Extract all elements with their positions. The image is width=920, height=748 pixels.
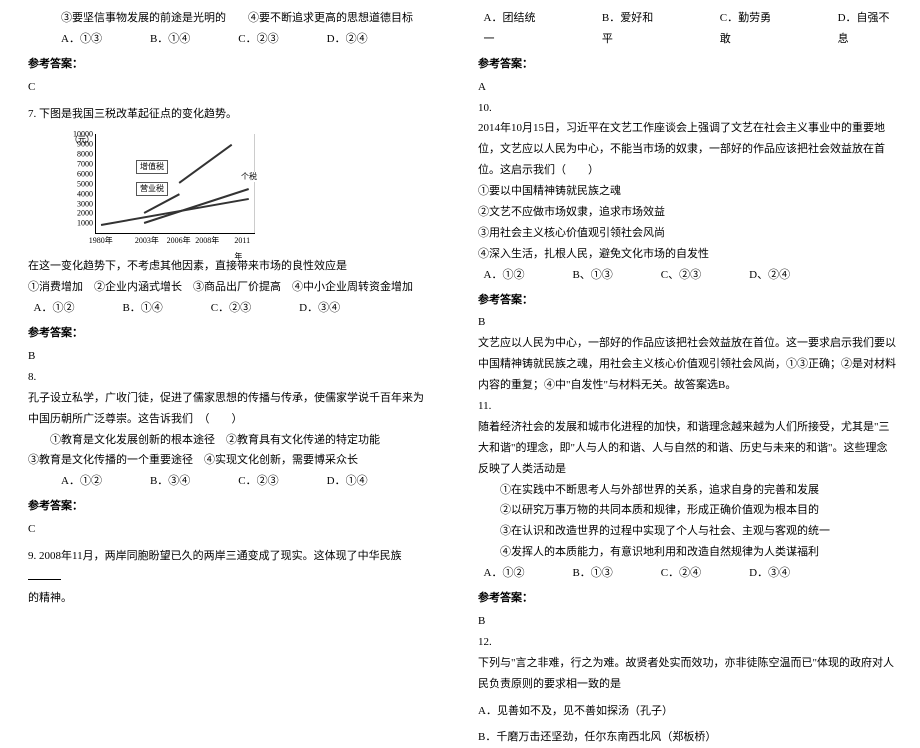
opt-a: A．①②	[484, 563, 525, 584]
ytick: 10000	[73, 127, 96, 142]
xtick: 1980年	[89, 233, 113, 248]
q7-options: A．①② B．①④ C．②③ D．③④	[28, 298, 428, 319]
q11-i3: ③在认识和改造世界的过程中实现了个人与社会、主观与客观的统一	[478, 521, 896, 542]
q10-i4: ④深入生活，扎根人民，避免文化市场的自发性	[478, 244, 896, 265]
answer-value: C	[28, 519, 428, 540]
opt-b: B．①④	[122, 298, 162, 319]
opt-a: A．①②	[34, 298, 75, 319]
answer-value: C	[28, 77, 428, 98]
legend-personal: 个税	[241, 172, 257, 182]
left-column: ③要坚信事物发展的前途是光明的 ④要不断追求更高的思想道德目标 A．①③ B．①…	[0, 0, 460, 651]
q11-i1: ①在实践中不断思考人与外部世界的关系，追求自身的完善和发展	[478, 480, 896, 501]
q8-line1: ①教育是文化发展创新的根本途径 ②教育具有文化传递的特定功能	[28, 430, 428, 451]
blank-underline	[28, 570, 61, 580]
answer-value: B	[478, 611, 896, 632]
q10-i1: ①要以中国精神铸就民族之魂	[478, 181, 896, 202]
opt-b: B、①③	[572, 265, 612, 286]
answer-label: 参考答案：	[478, 588, 896, 609]
opt-c: C、②③	[661, 265, 701, 286]
opt-d: D、②④	[749, 265, 790, 286]
q8-num: 8.	[28, 367, 428, 388]
q12-num: 12.	[478, 632, 896, 653]
q11-num: 11.	[478, 396, 896, 417]
right-column: A．团结统一 B．爱好和平 C．勤劳勇敢 D．自强不息 参考答案： A 10. …	[460, 0, 920, 651]
xtick: 2011年	[234, 233, 250, 263]
q10-explanation: 文艺应以人民为中心，一部好的作品应该把社会效益放在首位。这一要求启示我们要以中国…	[478, 333, 896, 396]
opt-c: C．勤劳勇敢	[720, 8, 778, 50]
answer-label: 参考答案：	[28, 54, 428, 75]
opt-b: B．爱好和平	[602, 8, 660, 50]
q11-options: A．①② B．①③ C．②④ D．③④	[478, 563, 896, 584]
q6-statements: ③要坚信事物发展的前途是光明的 ④要不断追求更高的思想道德目标	[28, 8, 428, 29]
q7-after-chart: 在这一变化趋势下，不考虑其他因素，直接带来市场的良性效应是	[28, 256, 428, 277]
q11-i2: ②以研究万事万物的共同本质和规律，形成正确价值观为根本目的	[478, 500, 896, 521]
q6-options: A．①③ B．①④ C．②③ D．②④	[28, 29, 428, 50]
q10-i3: ③用社会主义核心价值观引领社会风尚	[478, 223, 896, 244]
q10-stem: 2014年10月15日，习近平在文艺工作座谈会上强调了文艺在社会主义事业中的重要…	[478, 118, 896, 181]
q9-stem-text: 9. 2008年11月，两岸同胞盼望已久的两岸三通变成了现实。这体现了中华民族	[28, 550, 402, 562]
opt-c: C．②④	[661, 563, 701, 584]
q10-options: A．①② B、①③ C、②③ D、②④	[478, 265, 896, 286]
opt-c: C．②③	[238, 29, 278, 50]
answer-label: 参考答案：	[28, 323, 428, 344]
answer-value: B	[28, 346, 428, 367]
opt-d: D．①④	[327, 471, 368, 492]
opt-d: D．③④	[299, 298, 340, 319]
chart-axes: （元） 1000 2000 3000 4000 5000 6000 7000 8…	[95, 134, 255, 234]
q9-options: A．团结统一 B．爱好和平 C．勤劳勇敢 D．自强不息	[478, 8, 896, 50]
q7-items: ①消费增加 ②企业内涵式增长 ③商品出厂价提高 ④中小企业周转资金增加	[28, 277, 428, 298]
opt-d: D．自强不息	[838, 8, 896, 50]
opt-b: B．①④	[150, 29, 190, 50]
opt-b: B．③④	[150, 471, 190, 492]
opt-a: A．①②	[484, 265, 525, 286]
q12-stem: 下列与"言之非难，行之为难。故贤者处实而效功，亦非徒陈空温而已"体现的政府对人民…	[478, 653, 896, 695]
q9-stem2: 的精神。	[28, 588, 428, 609]
answer-value: B	[478, 312, 896, 333]
q8-line2: ③教育是文化传播的一个重要途径 ④实现文化创新，需要博采众长	[28, 450, 428, 471]
tax-chart: （元） 1000 2000 3000 4000 5000 6000 7000 8…	[61, 130, 266, 250]
opt-c: C．②③	[211, 298, 251, 319]
q8-options: A．①② B．③④ C．②③ D．①④	[28, 471, 428, 492]
q11-i4: ④发挥人的本质能力，有意识地利用和改造自然规律为人类谋福利	[478, 542, 896, 563]
q12-opt-a: A．见善如不及，见不善如探汤（孔子）	[478, 701, 896, 722]
xtick: 2003年	[135, 233, 159, 248]
opt-d: D．②④	[327, 29, 368, 50]
q7-stem: 7. 下图是我国三税改革起征点的变化趋势。	[28, 104, 428, 125]
xtick: 2008年	[195, 233, 219, 248]
legend-vat: 增值税	[136, 160, 168, 174]
answer-value: A	[478, 77, 896, 98]
opt-c: C．②③	[238, 471, 278, 492]
q12-opt-b: B．千磨万击还坚劲，任尔东南西北风（郑板桥）	[478, 727, 896, 748]
q11-stem: 随着经济社会的发展和城市化进程的加快，和谐理念越来越为人们所接受，尤其是"三大和…	[478, 417, 896, 480]
answer-label: 参考答案：	[478, 290, 896, 311]
opt-b: B．①③	[572, 563, 612, 584]
answer-label: 参考答案：	[478, 54, 896, 75]
legend-biz: 营业税	[136, 182, 168, 196]
q10-num: 10.	[478, 98, 896, 119]
opt-d: D．③④	[749, 563, 790, 584]
opt-a: A．①②	[61, 471, 102, 492]
opt-a: A．团结统一	[484, 8, 542, 50]
q8-stem: 孔子设立私学，广收门徒，促进了儒家思想的传播与传承，使儒家学说千百年来为中国历朝…	[28, 388, 428, 430]
q9-stem: 9. 2008年11月，两岸同胞盼望已久的两岸三通变成了现实。这体现了中华民族	[28, 546, 428, 588]
answer-label: 参考答案：	[28, 496, 428, 517]
opt-a: A．①③	[61, 29, 102, 50]
q10-i2: ②文艺不应做市场奴隶，追求市场效益	[478, 202, 896, 223]
xtick: 2006年	[167, 233, 191, 248]
